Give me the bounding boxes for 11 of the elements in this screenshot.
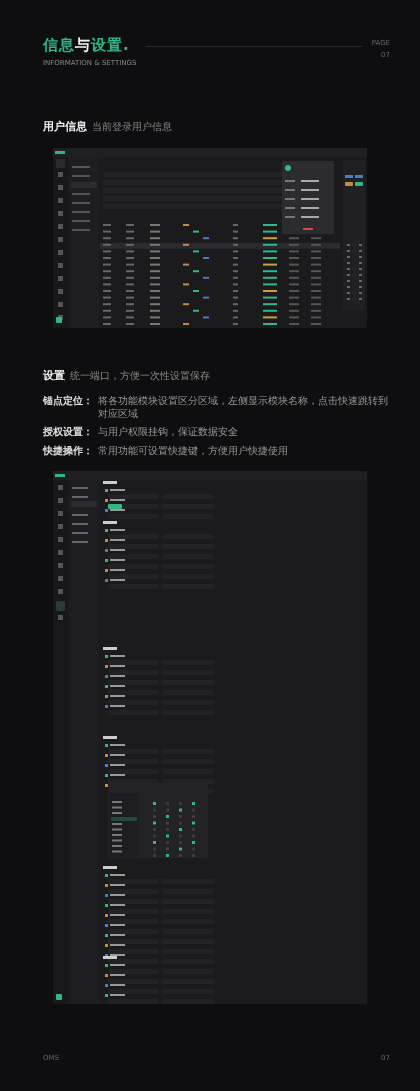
note-label: 授权设置： — [43, 426, 93, 439]
note-text: 常用功能可设置快捷键，方便用户快捷使用 — [98, 444, 288, 457]
note-text: 将各功能模块设置区分区域，左侧显示模块名称，点击快速跳转到对应区域 — [98, 395, 389, 420]
note-label: 锚点定位： — [43, 395, 93, 408]
section-caption: 统一端口，方便一次性设置保存 — [70, 369, 210, 383]
section-title: 用户信息 — [43, 119, 87, 134]
section-caption: 当前登录用户信息 — [92, 120, 172, 134]
note-text: 与用户权限挂钩，保证数据安全 — [98, 426, 238, 439]
page-title: 信息与设置. — [43, 36, 131, 55]
section-title: 设置 — [43, 368, 65, 383]
note-label: 快捷操作： — [43, 444, 93, 457]
